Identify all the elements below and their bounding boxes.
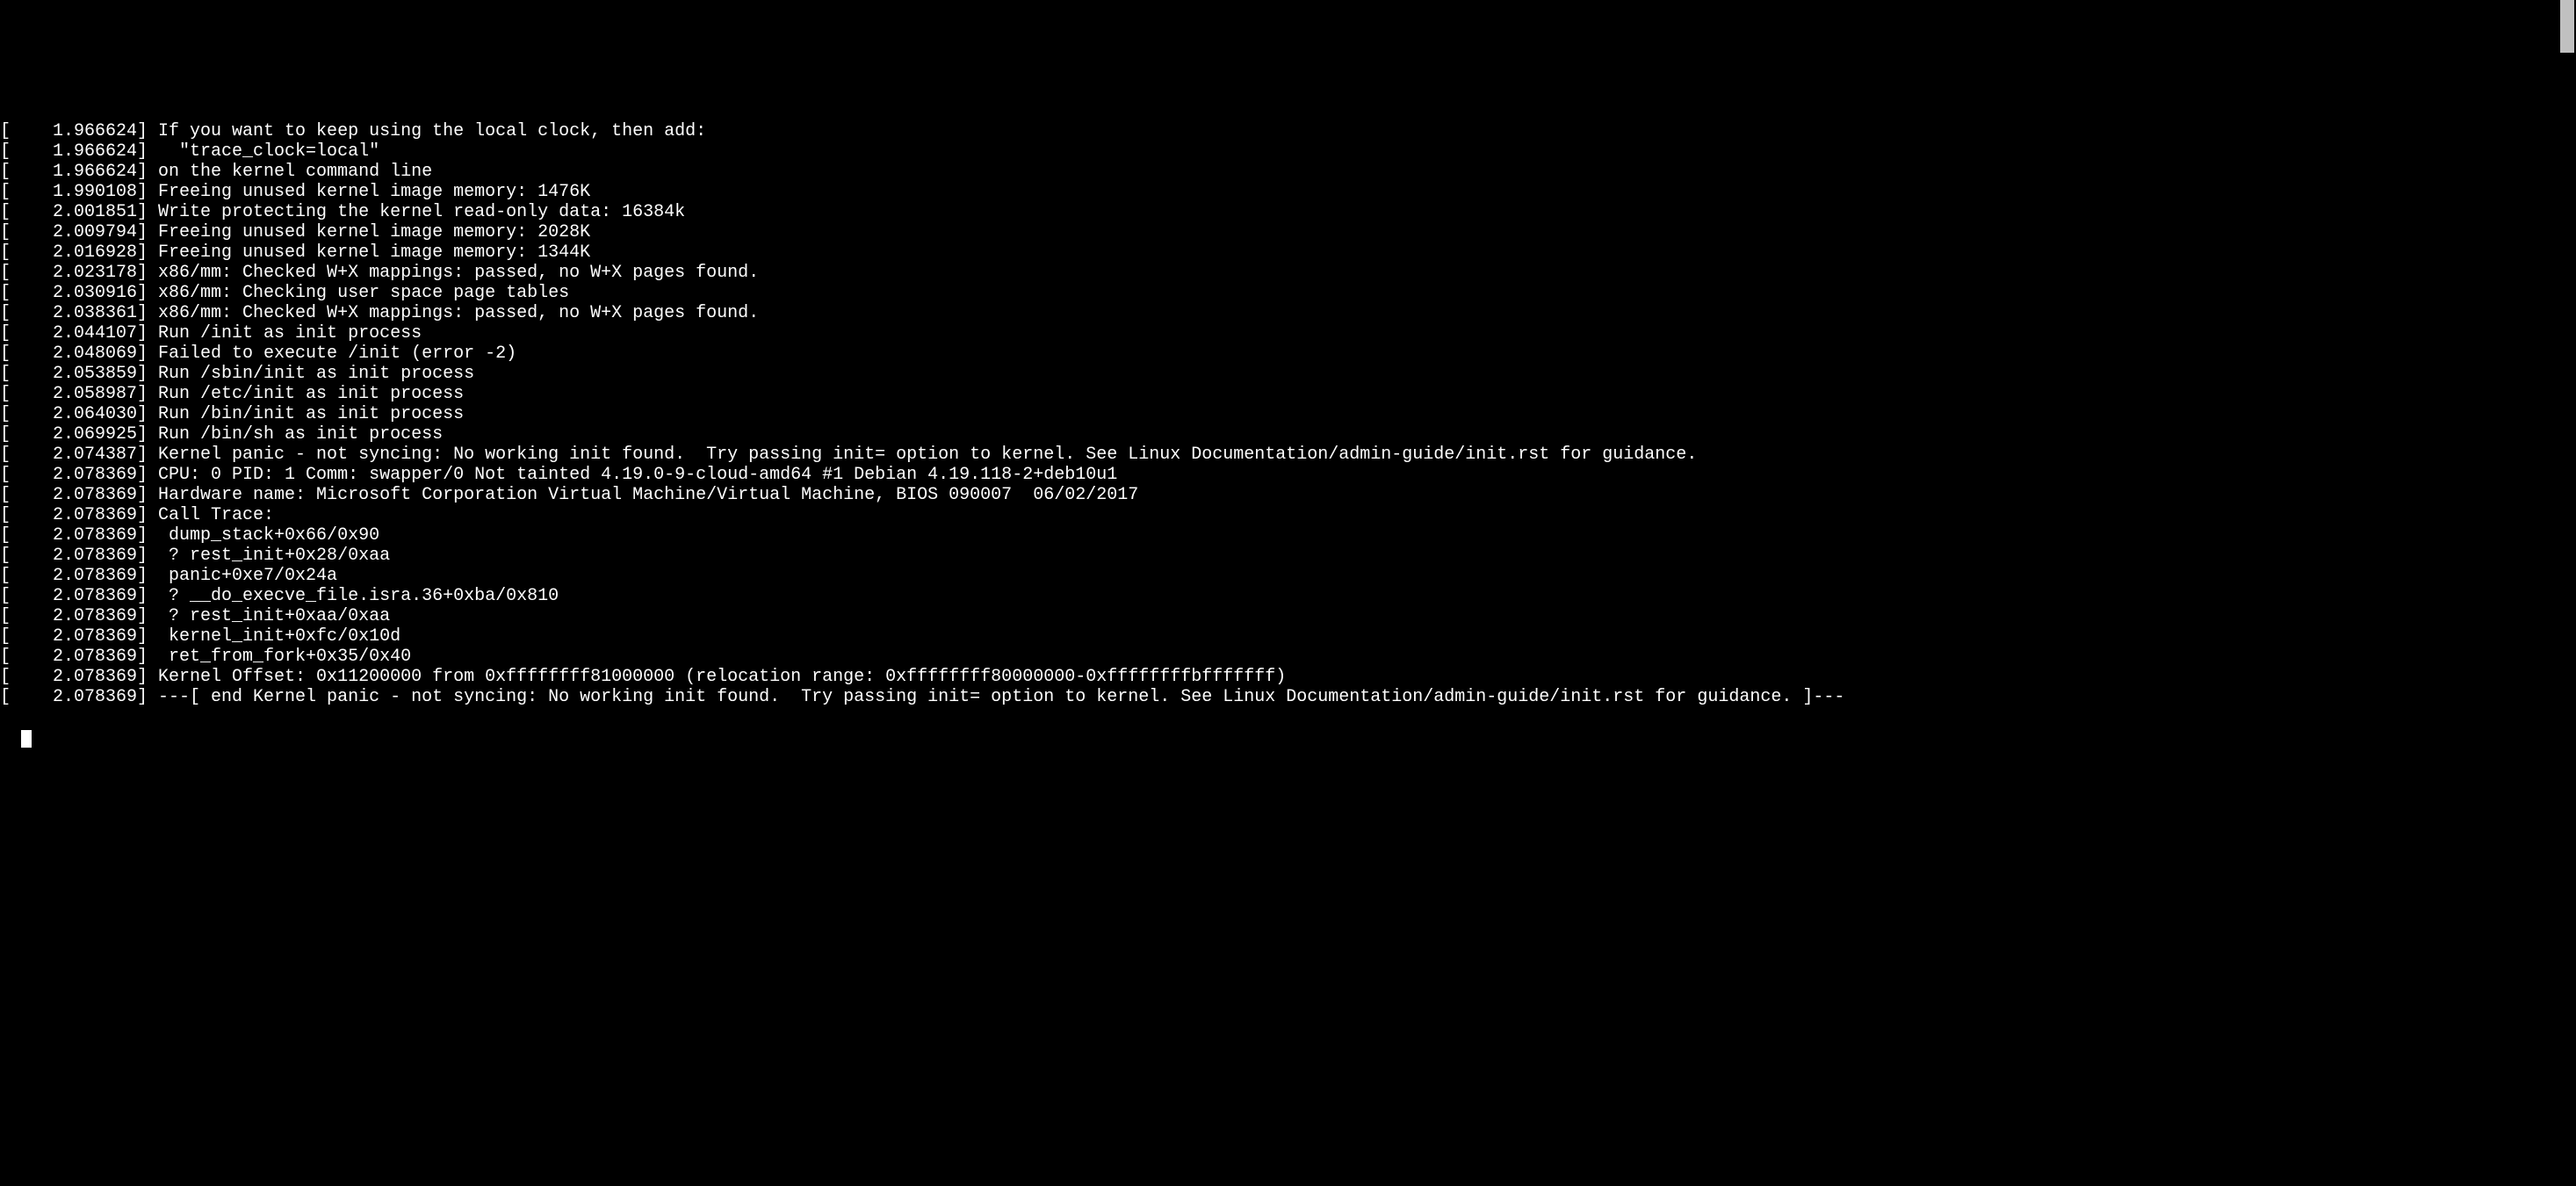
log-line: [ 1.990108] Freeing unused kernel image … xyxy=(0,182,2576,202)
log-line: [ 2.078369] CPU: 0 PID: 1 Comm: swapper/… xyxy=(0,465,2576,485)
log-line: [ 2.074387] Kernel panic - not syncing: … xyxy=(0,445,2576,465)
scrollbar[interactable] xyxy=(2558,0,2576,1186)
log-line: [ 2.053859] Run /sbin/init as init proce… xyxy=(0,364,2576,384)
log-line: [ 2.023178] x86/mm: Checked W+X mappings… xyxy=(0,263,2576,283)
log-line: [ 2.048069] Failed to execute /init (err… xyxy=(0,344,2576,364)
terminal-output: [ 1.966624] If you want to keep using th… xyxy=(0,81,2576,748)
log-line: [ 2.078369] Hardware name: Microsoft Cor… xyxy=(0,485,2576,505)
log-line: [ 1.966624] "trace_clock=local" xyxy=(0,141,2576,162)
log-line: [ 2.001851] Write protecting the kernel … xyxy=(0,202,2576,222)
log-line: [ 2.078369] kernel_init+0xfc/0x10d xyxy=(0,626,2576,647)
log-line: [ 2.030916] x86/mm: Checking user space … xyxy=(0,283,2576,303)
log-line: [ 2.064030] Run /bin/init as init proces… xyxy=(0,404,2576,424)
log-line: [ 2.016928] Freeing unused kernel image … xyxy=(0,242,2576,263)
scrollbar-thumb[interactable] xyxy=(2560,0,2574,53)
log-line: [ 2.078369] ---[ end Kernel panic - not … xyxy=(0,687,2576,707)
cursor xyxy=(21,730,32,748)
log-line: [ 2.069925] Run /bin/sh as init process xyxy=(0,424,2576,445)
log-line: [ 2.078369] Kernel Offset: 0x11200000 fr… xyxy=(0,667,2576,687)
log-line: [ 2.078369] ? __do_execve_file.isra.36+0… xyxy=(0,586,2576,606)
log-line: [ 2.009794] Freeing unused kernel image … xyxy=(0,222,2576,242)
log-line: [ 2.058987] Run /etc/init as init proces… xyxy=(0,384,2576,404)
log-line: [ 2.078369] panic+0xe7/0x24a xyxy=(0,566,2576,586)
log-line: [ 2.078369] ? rest_init+0x28/0xaa xyxy=(0,546,2576,566)
log-line: [ 2.038361] x86/mm: Checked W+X mappings… xyxy=(0,303,2576,323)
log-line: [ 2.078369] dump_stack+0x66/0x90 xyxy=(0,525,2576,546)
log-line: [ 1.966624] If you want to keep using th… xyxy=(0,121,2576,141)
log-line: [ 2.078369] ? rest_init+0xaa/0xaa xyxy=(0,606,2576,626)
log-line: [ 2.044107] Run /init as init process xyxy=(0,323,2576,344)
log-line: [ 1.966624] on the kernel command line xyxy=(0,162,2576,182)
log-line: [ 2.078369] ret_from_fork+0x35/0x40 xyxy=(0,647,2576,667)
log-line: [ 2.078369] Call Trace: xyxy=(0,505,2576,525)
